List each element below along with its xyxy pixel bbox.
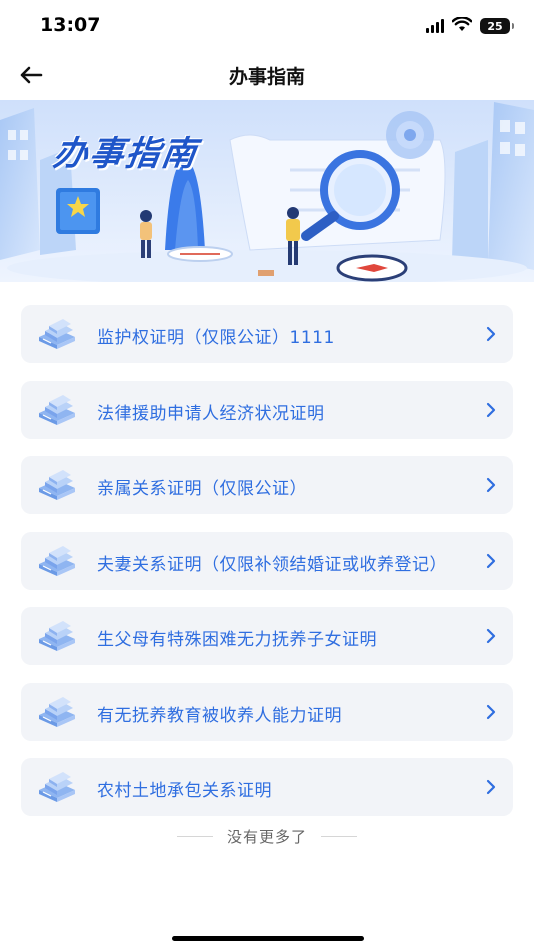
- status-bar: 13:07 25: [0, 0, 534, 52]
- list-item-label: 法律援助申请人经济状况证明: [97, 403, 325, 424]
- banner: 办事指南: [0, 100, 534, 282]
- signal-icon: [426, 19, 444, 33]
- list-item-label: 生父母有特殊困难无力抚养子女证明: [97, 630, 377, 650]
- no-more-footer: 没有更多了: [0, 824, 534, 848]
- list-item[interactable]: 生父母有特殊困难无力抚养子女证明: [21, 607, 513, 665]
- document-stack-icon: [39, 319, 75, 349]
- list-item[interactable]: 亲属关系证明（仅限公证）: [21, 456, 513, 514]
- document-stack-icon: [39, 545, 75, 576]
- document-stack-icon: [39, 772, 75, 802]
- chevron-right-icon: [486, 477, 496, 493]
- document-stack-icon: [39, 394, 75, 425]
- guide-list: 监护权证明（仅限公证）1111 法律援助申请人经济状况证明 亲属关系证明（仅限公…: [21, 305, 513, 834]
- status-time: 13:07: [40, 14, 101, 36]
- battery-icon: 25: [480, 18, 514, 34]
- battery-level: 25: [487, 19, 503, 33]
- document-stack-icon: [39, 621, 75, 651]
- chevron-right-icon: [486, 628, 496, 644]
- list-item-label: 夫妻关系证明（仅限补领结婚证或收养登记）: [97, 554, 447, 575]
- list-item[interactable]: 夫妻关系证明（仅限补领结婚证或收养登记）: [21, 531, 513, 590]
- chevron-right-icon: [486, 326, 496, 342]
- document-stack-icon: [39, 696, 75, 727]
- home-indicator[interactable]: [172, 936, 364, 941]
- list-item-label: 农村土地承包关系证明: [97, 781, 272, 801]
- wifi-icon: [451, 15, 473, 36]
- chevron-right-icon: [486, 402, 496, 417]
- page-title: 办事指南: [228, 66, 305, 88]
- divider-line: [321, 835, 357, 837]
- list-item[interactable]: 有无抚养教育被收养人能力证明: [21, 682, 513, 741]
- document-stack-icon: [39, 470, 75, 500]
- list-item[interactable]: 监护权证明（仅限公证）1111: [21, 305, 513, 363]
- list-item[interactable]: 法律援助申请人经济状况证明: [21, 380, 513, 439]
- list-item-label: 亲属关系证明（仅限公证）: [97, 479, 307, 499]
- status-icons: 25: [426, 15, 514, 36]
- list-item[interactable]: 农村土地承包关系证明: [21, 758, 513, 816]
- chevron-right-icon: [486, 553, 496, 568]
- list-item-label: 有无抚养教育被收养人能力证明: [97, 705, 342, 726]
- list-item-label: 监护权证明（仅限公证）1111: [97, 328, 335, 348]
- chevron-right-icon: [486, 779, 496, 795]
- banner-title: 办事指南: [50, 134, 201, 174]
- divider-line: [176, 835, 213, 837]
- chevron-right-icon: [486, 704, 496, 719]
- nav-bar: 办事指南: [0, 52, 534, 98]
- no-more-text: 没有更多了: [226, 827, 307, 846]
